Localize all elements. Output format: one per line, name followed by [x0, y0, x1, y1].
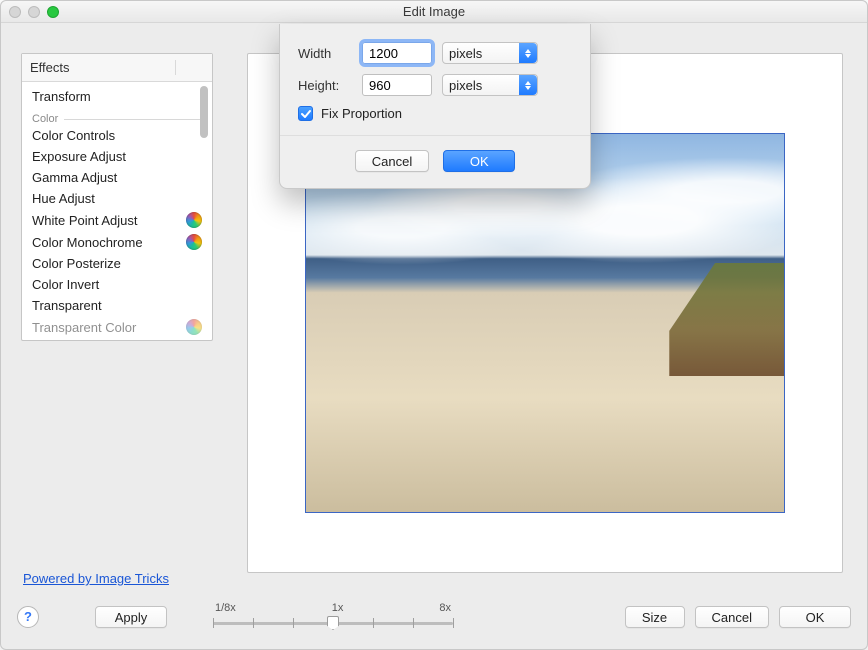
- effect-item-color-controls[interactable]: Color Controls: [22, 125, 212, 146]
- window-controls: [9, 6, 59, 18]
- effect-item-white-point-adjust[interactable]: White Point Adjust: [22, 209, 212, 231]
- effects-scrollbar[interactable]: [197, 84, 211, 338]
- effect-section-color: Color: [22, 107, 212, 125]
- height-unit-value: pixels: [449, 78, 482, 93]
- close-icon[interactable]: [9, 6, 21, 18]
- zoom-label-min: 1/8x: [215, 602, 236, 614]
- zoom-icon[interactable]: [47, 6, 59, 18]
- width-unit-select[interactable]: pixels: [442, 42, 538, 64]
- zoom-label-mid: 1x: [332, 602, 344, 614]
- zoom-tick: [373, 618, 374, 628]
- cancel-button[interactable]: Cancel: [695, 606, 769, 628]
- fix-proportion-row: Fix Proportion: [298, 106, 572, 121]
- zoom-label-max: 8x: [439, 602, 451, 614]
- ok-button[interactable]: OK: [779, 606, 851, 628]
- effect-item-gamma-adjust[interactable]: Gamma Adjust: [22, 167, 212, 188]
- sheet-buttons: Cancel OK: [280, 135, 590, 172]
- effect-item-hue-adjust[interactable]: Hue Adjust: [22, 188, 212, 209]
- zoom-track[interactable]: [213, 614, 453, 632]
- effect-item-transform[interactable]: Transform: [22, 86, 212, 107]
- edit-image-window: Edit Image Effects Transform Color Color…: [0, 0, 868, 650]
- width-unit-value: pixels: [449, 46, 482, 61]
- effect-item-transparent-color[interactable]: Transparent Color: [22, 316, 212, 338]
- width-input[interactable]: [362, 42, 432, 64]
- apply-button[interactable]: Apply: [95, 606, 167, 628]
- height-label: Height:: [298, 78, 352, 93]
- titlebar: Edit Image: [1, 1, 867, 23]
- height-row: Height: pixels: [298, 74, 572, 96]
- stepper-arrows-icon: [519, 75, 537, 95]
- height-unit-select[interactable]: pixels: [442, 74, 538, 96]
- fix-proportion-label: Fix Proportion: [321, 106, 402, 121]
- height-input[interactable]: [362, 74, 432, 96]
- effect-item-color-invert[interactable]: Color Invert: [22, 274, 212, 295]
- effects-panel: Effects Transform Color Color Controls E…: [21, 53, 213, 341]
- effects-header-label: Effects: [30, 60, 175, 75]
- width-row: Width pixels: [298, 42, 572, 64]
- zoom-tick: [213, 618, 214, 628]
- zoom-tick: [293, 618, 294, 628]
- zoom-tick: [413, 618, 414, 628]
- resize-sheet: Width pixels Height: pixels Fix Proporti…: [279, 24, 591, 189]
- powered-by-link[interactable]: Powered by Image Tricks: [23, 571, 169, 586]
- zoom-knob[interactable]: [327, 616, 339, 630]
- window-title: Edit Image: [403, 4, 465, 19]
- effect-item-color-monochrome[interactable]: Color Monochrome: [22, 231, 212, 253]
- sheet-ok-button[interactable]: OK: [443, 150, 515, 172]
- size-button[interactable]: Size: [625, 606, 685, 628]
- help-button[interactable]: ?: [17, 606, 39, 628]
- scrollbar-thumb[interactable]: [200, 86, 208, 138]
- effect-item-color-posterize[interactable]: Color Posterize: [22, 253, 212, 274]
- stepper-arrows-icon: [519, 43, 537, 63]
- effect-item-transparent[interactable]: Transparent: [22, 295, 212, 316]
- width-label: Width: [298, 46, 352, 61]
- zoom-slider: 1/8x 1x 8x: [213, 602, 453, 632]
- zoom-tick: [253, 618, 254, 628]
- bottom-toolbar: ? Apply 1/8x 1x 8x: [17, 597, 851, 637]
- effect-item-exposure-adjust[interactable]: Exposure Adjust: [22, 146, 212, 167]
- effects-header[interactable]: Effects: [22, 54, 212, 82]
- effects-header-swatch-col: [176, 60, 204, 75]
- fix-proportion-checkbox[interactable]: [298, 106, 313, 121]
- zoom-labels: 1/8x 1x 8x: [213, 602, 453, 614]
- effects-list: Transform Color Color Controls Exposure …: [22, 82, 212, 340]
- zoom-tick: [453, 618, 454, 628]
- image-content: [306, 134, 784, 512]
- image-canvas[interactable]: [305, 133, 785, 513]
- effects-list-wrap: Transform Color Color Controls Exposure …: [22, 82, 212, 340]
- minimize-icon[interactable]: [28, 6, 40, 18]
- sheet-cancel-button[interactable]: Cancel: [355, 150, 429, 172]
- check-icon: [301, 109, 311, 119]
